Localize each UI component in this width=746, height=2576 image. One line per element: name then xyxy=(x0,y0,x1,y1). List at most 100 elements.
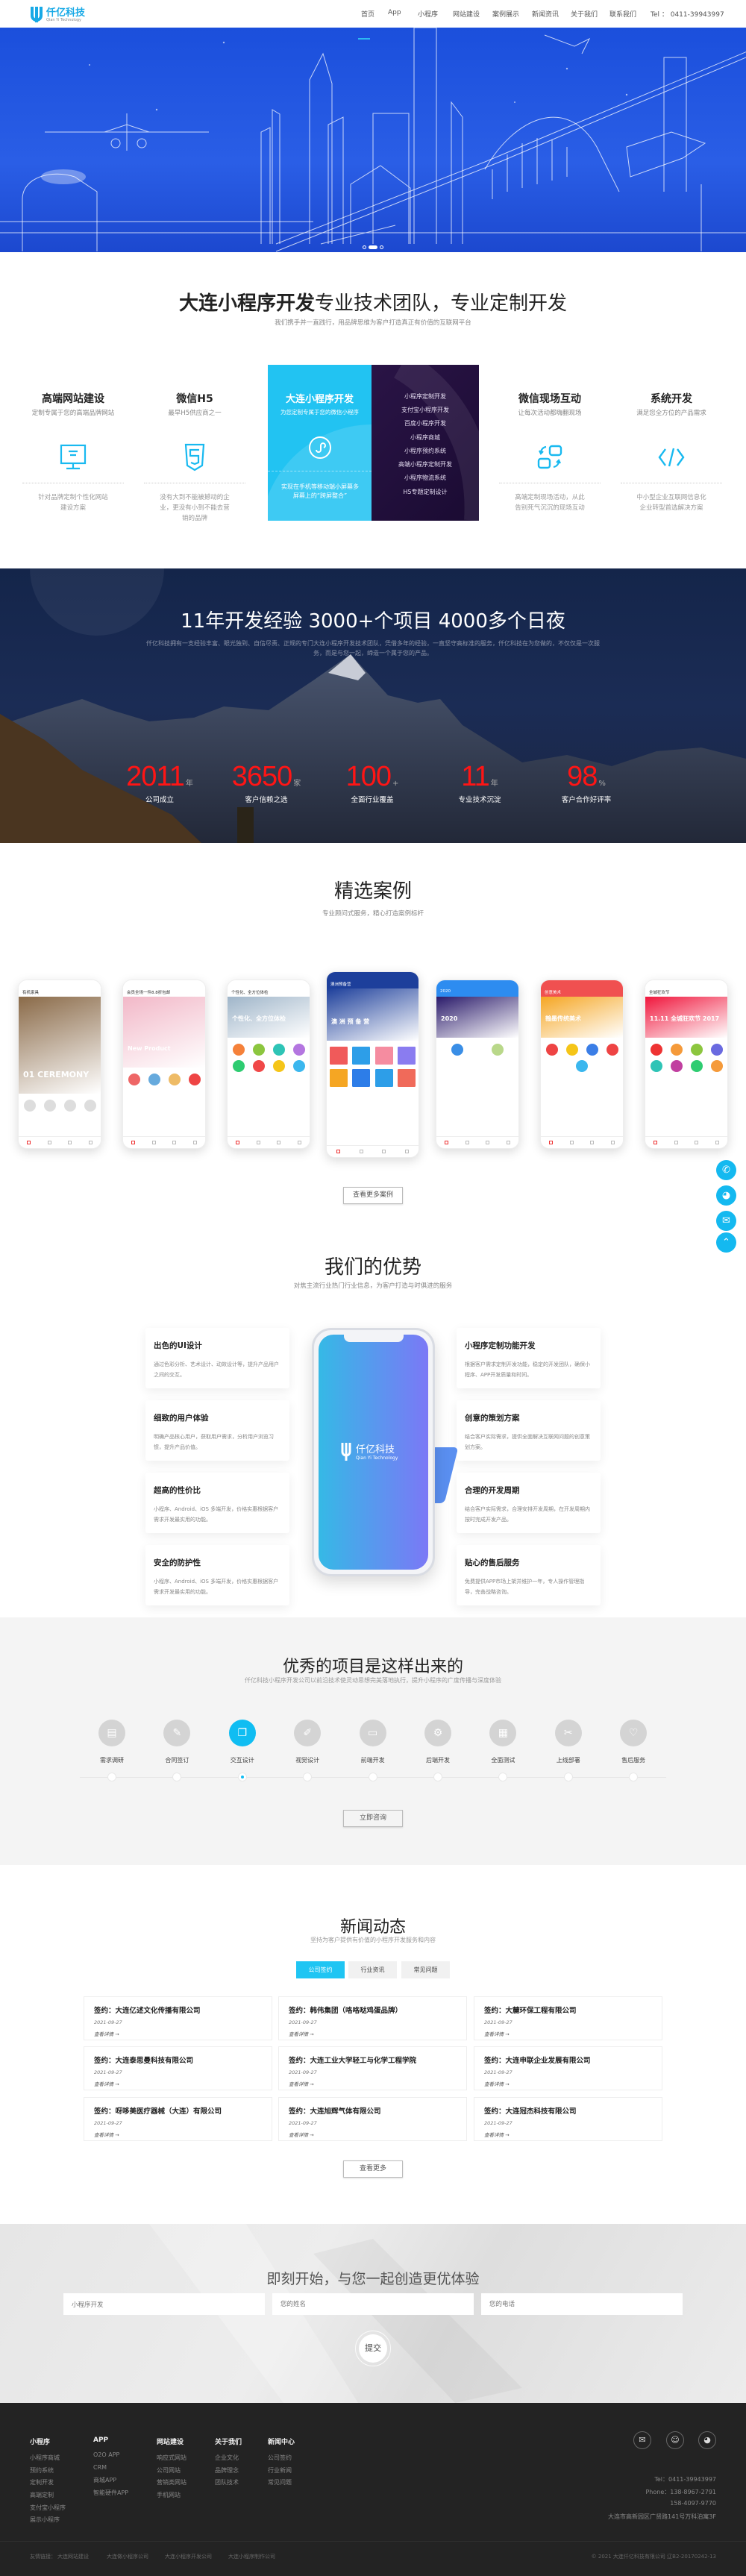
timeline-dot[interactable] xyxy=(629,1773,639,1781)
nav-about[interactable]: 关于我们 xyxy=(571,9,598,19)
friend-link[interactable]: 大连小程序制作公司 xyxy=(228,2553,275,2560)
news-card[interactable]: 签约：韩伟集团（咯咯哒鸡蛋品牌） 2021-09-27 查看详情 → xyxy=(278,1996,467,2040)
news-card[interactable]: 签约：大连旭辉气体有限公司 2021-09-27 查看详情 → xyxy=(278,2097,467,2141)
tab-industry-news[interactable]: 行业资讯 xyxy=(348,1961,397,1978)
footer-link[interactable]: 营销类网站 xyxy=(157,2478,186,2491)
footer-link[interactable]: 展示小程序 xyxy=(30,2516,66,2528)
featured-list-item[interactable]: 高端小程序定制开发 xyxy=(372,460,479,468)
pen-icon[interactable]: ✐ xyxy=(294,1720,322,1746)
news-card[interactable]: 签约：大麓环保工程有限公司 2021-09-27 查看详情 → xyxy=(474,1996,662,2040)
wechat-icon[interactable]: ✉ xyxy=(633,2431,651,2449)
footer-link[interactable]: 团队技术 xyxy=(215,2478,242,2491)
gear-icon[interactable]: ⚙ xyxy=(424,1720,451,1746)
news-title[interactable]: 签约：韩伟集团（咯咯哒鸡蛋品牌） xyxy=(289,2005,457,2015)
logo-text[interactable]: 仟亿科技 xyxy=(46,4,85,19)
monitor-icon[interactable]: ▭ xyxy=(359,1720,386,1746)
nav-app[interactable]: App xyxy=(388,9,401,16)
footer-link[interactable]: 公司签约 xyxy=(268,2454,295,2466)
footer-link[interactable]: 高端定制 xyxy=(30,2491,66,2504)
news-more-link[interactable]: 查看详情 → xyxy=(484,2030,652,2037)
case-phone[interactable]: 会员全场一件8.8折包邮 New Product xyxy=(122,980,206,1149)
timeline-dot[interactable] xyxy=(172,1773,182,1781)
name-input[interactable] xyxy=(272,2293,474,2315)
nav-news[interactable]: 新闻资讯 xyxy=(532,9,559,19)
news-title[interactable]: 签约：大连冠杰科技有限公司 xyxy=(484,2105,652,2116)
news-card[interactable]: 签约：大连亿述文化传播有限公司 2021-09-27 查看详情 → xyxy=(84,1996,272,2040)
wechat-icon[interactable]: ✉ xyxy=(716,1211,736,1231)
timeline-dot[interactable] xyxy=(303,1773,313,1781)
news-more-link[interactable]: 查看详情 → xyxy=(484,2131,652,2138)
footer-link[interactable]: 小程序商城 xyxy=(30,2454,66,2466)
tab-company-signing[interactable]: 公司签约 xyxy=(296,1961,345,1978)
news-card[interactable]: 签约：呀哆美医疗器械（大连）有限公司 2021-09-27 查看详情 → xyxy=(84,2097,272,2141)
news-title[interactable]: 签约：大连申联企业发展有限公司 xyxy=(484,2055,652,2065)
nav-contact[interactable]: 联系我们 xyxy=(609,9,636,19)
footer-link[interactable]: 商城APP xyxy=(93,2476,128,2489)
more-news-button[interactable]: 查看更多 xyxy=(343,2160,403,2178)
footer-link[interactable]: 公司网站 xyxy=(157,2466,186,2479)
service-card-website[interactable]: 高端网站建设 定制专属于您的高端品牌网站 针对品牌定制个性化网站建设方案 xyxy=(21,391,125,513)
case-phone[interactable]: 有机家具 01 CEREMONY xyxy=(18,980,101,1149)
timeline-dot[interactable] xyxy=(498,1773,508,1781)
footer-link[interactable]: CRM xyxy=(93,2464,128,2477)
more-cases-button[interactable]: 查看更多案例 xyxy=(343,1187,403,1204)
friend-link[interactable]: 大连网站建设 xyxy=(57,2553,89,2560)
service-card-interaction[interactable]: 微信现场互动 让每次活动都嗨翻现场 高端定制现场活动，从此告别死气沉沉的现场互动 xyxy=(498,391,602,513)
timeline-dot[interactable] xyxy=(563,1773,573,1781)
service-card-h5[interactable]: 微信H5 最早H5供应商之一 没有大到不能被撼动的企业，更没有小到不能去营销的品… xyxy=(142,391,247,524)
arrow-up-icon[interactable]: ⌃ xyxy=(716,1232,736,1253)
news-more-link[interactable]: 查看详情 → xyxy=(94,2131,262,2138)
news-more-link[interactable]: 查看详情 → xyxy=(289,2080,457,2087)
slider-dot[interactable] xyxy=(363,245,366,249)
news-title[interactable]: 签约：大连亿述文化传播有限公司 xyxy=(94,2005,262,2015)
friend-link[interactable]: 大连小程序开发公司 xyxy=(165,2553,212,2560)
case-phone[interactable]: 澳洲预备营澳 洲 预 备 营 xyxy=(326,971,419,1158)
featured-service-mini-program[interactable]: 大连小程序开发 为您定制专属于您的微信小程序 实现在手机等移动端小屏幕多屏幕上的… xyxy=(268,365,372,521)
nav-website[interactable]: 网站建设 xyxy=(453,9,480,19)
news-more-link[interactable]: 查看详情 → xyxy=(484,2080,652,2087)
slider-dot-active[interactable] xyxy=(369,245,377,249)
news-title[interactable]: 签约：大连工业大学轻工与化学工程学院 xyxy=(289,2055,457,2065)
news-title[interactable]: 签约：大连泰思曼科技有限公司 xyxy=(94,2055,262,2065)
news-card[interactable]: 签约：大连申联企业发展有限公司 2021-09-27 查看详情 → xyxy=(474,2046,662,2090)
timeline-dot[interactable] xyxy=(433,1773,442,1781)
consult-button[interactable]: 立即咨询 xyxy=(343,1810,403,1827)
news-title[interactable]: 签约：呀哆美医疗器械（大连）有限公司 xyxy=(94,2105,262,2116)
featured-list-item[interactable]: 支付宝小程序开发 xyxy=(372,406,479,414)
timeline-dot[interactable] xyxy=(368,1773,377,1781)
document-icon[interactable]: ▤ xyxy=(98,1720,125,1746)
service-card-system[interactable]: 系统开发 满足您全方位的产品需求 中小型企业互联网信息化企业转型首选解决方案 xyxy=(619,391,724,513)
timeline-dot[interactable] xyxy=(107,1773,116,1781)
footer-link[interactable]: 手机网站 xyxy=(157,2491,186,2504)
case-phone[interactable]: 全城狂欢节 11.11 全城狂欢节 2017 xyxy=(645,980,728,1149)
friend-link[interactable]: 大连做小程序公司 xyxy=(107,2553,148,2560)
qq-icon[interactable]: ◕ xyxy=(716,1185,736,1206)
case-phone[interactable]: 2020 2020 xyxy=(436,980,519,1149)
news-card[interactable]: 签约：大连工业大学轻工与化学工程学院 2021-09-27 查看详情 → xyxy=(278,2046,467,2090)
case-phone[interactable]: 创意美术 翰墨传统美术 xyxy=(540,980,624,1149)
news-card[interactable]: 签约：大连冠杰科技有限公司 2021-09-27 查看详情 → xyxy=(474,2097,662,2141)
case-phone[interactable]: 个性化、全方位体检 个性化、全方位体检 xyxy=(227,980,310,1149)
featured-list-item[interactable]: 小程序物流系统 xyxy=(372,474,479,482)
contact-icon[interactable]: ☺ xyxy=(666,2431,684,2449)
featured-list-item[interactable]: 小程序定制开发 xyxy=(372,392,479,401)
news-more-link[interactable]: 查看详情 → xyxy=(289,2131,457,2138)
interaction-design-icon[interactable]: ❐ xyxy=(228,1720,256,1746)
footer-link[interactable]: 品牌理念 xyxy=(215,2466,242,2479)
clipboard-icon[interactable]: ▦ xyxy=(489,1720,517,1746)
footer-link[interactable]: 企业文化 xyxy=(215,2454,242,2466)
footer-link[interactable]: O2O APP xyxy=(93,2451,128,2464)
timeline-dot[interactable] xyxy=(237,1773,247,1781)
tools-icon[interactable]: ✂ xyxy=(554,1720,582,1746)
footer-link[interactable]: 响应式网站 xyxy=(157,2454,186,2466)
slider-dot[interactable] xyxy=(380,245,383,249)
footer-link[interactable]: 预约系统 xyxy=(30,2466,66,2479)
nav-home[interactable]: 首页 xyxy=(361,9,374,19)
footer-link[interactable]: 支付宝小程序 xyxy=(30,2504,66,2516)
nav-cases[interactable]: 案例展示 xyxy=(492,9,519,19)
footer-link[interactable]: 定制开发 xyxy=(30,2478,66,2491)
news-more-link[interactable]: 查看详情 → xyxy=(289,2030,457,2037)
news-card[interactable]: 签约：大连泰思曼科技有限公司 2021-09-27 查看详情 → xyxy=(84,2046,272,2090)
phone-icon[interactable]: ✆ xyxy=(716,1160,736,1180)
featured-list-item[interactable]: 小程序商城 xyxy=(372,433,479,442)
